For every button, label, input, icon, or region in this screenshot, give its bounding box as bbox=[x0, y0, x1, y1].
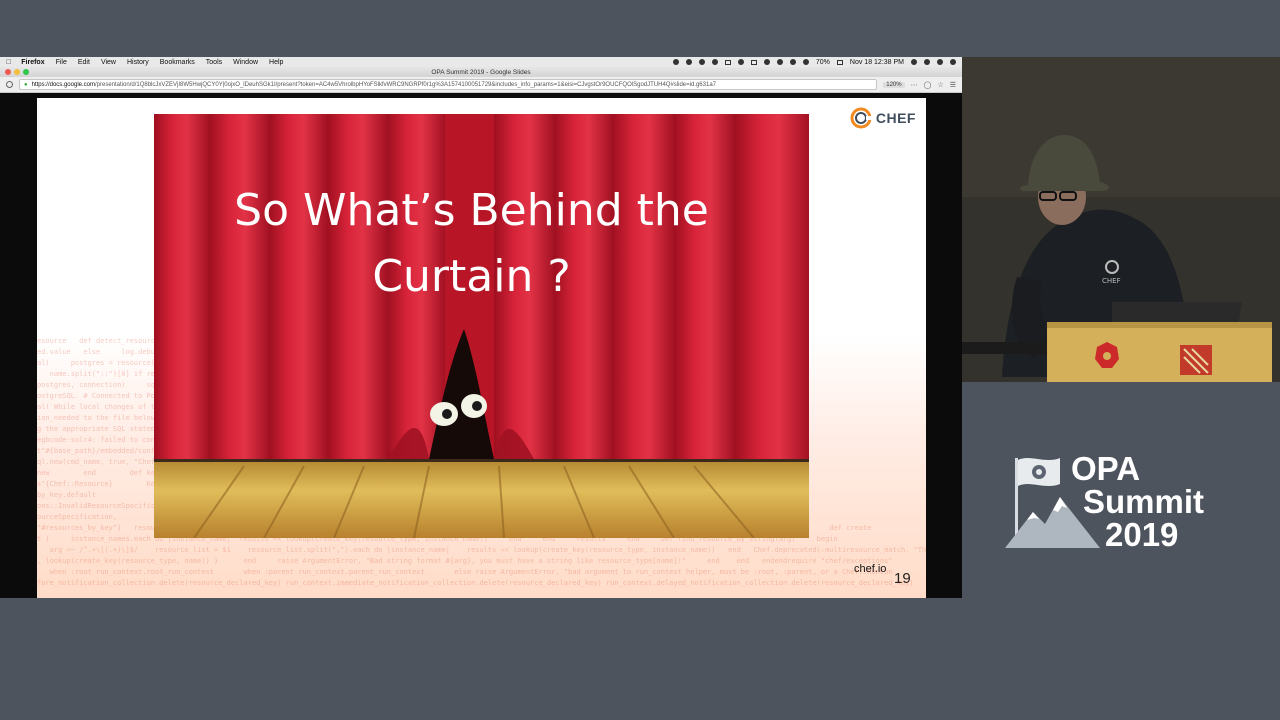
code-line: arg =~ /^.+\[(.+)\]$/ resource_list = $1… bbox=[37, 546, 926, 554]
more-actions-icon[interactable]: ⋯ bbox=[911, 81, 918, 89]
menu-file[interactable]: File bbox=[56, 59, 67, 66]
pocket-icon[interactable]: ◯ bbox=[924, 81, 932, 89]
menu-help[interactable]: Help bbox=[269, 59, 283, 66]
menu-bookmarks[interactable]: Bookmarks bbox=[160, 59, 195, 66]
menubar-tray: 70% Nov 18 12:38 PM bbox=[672, 59, 956, 66]
podium-logo bbox=[1180, 345, 1212, 375]
slide-footer-url: chef.io bbox=[854, 563, 887, 575]
slide-canvas: esource def detect_resource_block find_r… bbox=[37, 98, 926, 598]
chef-logo-text: CHEF bbox=[875, 110, 916, 126]
speaker-video: CHEF bbox=[962, 57, 1280, 382]
menu-tools[interactable]: Tools bbox=[206, 59, 222, 66]
chef-logo-icon bbox=[850, 107, 872, 129]
window-titlebar: OPA Summit 2019 - Google Slides bbox=[0, 67, 962, 77]
zoom-level-button[interactable]: 120% bbox=[883, 81, 905, 88]
menu-edit[interactable]: Edit bbox=[78, 59, 90, 66]
close-window-button[interactable] bbox=[5, 69, 11, 75]
battery-percent[interactable]: 70% bbox=[816, 59, 830, 66]
browser-toolbar: ● https://docs.google.com/presentation/d… bbox=[0, 77, 962, 93]
site-info-icon[interactable] bbox=[6, 81, 13, 88]
url-path: /presentation/d/1Q8blcJxVZEVjI8W5HwjQCY0… bbox=[95, 81, 716, 88]
spotlight-icon[interactable] bbox=[924, 59, 930, 65]
brand-line-opa: OPA bbox=[1071, 450, 1141, 487]
tray-app-icon[interactable] bbox=[685, 59, 692, 65]
battery-icon[interactable] bbox=[836, 59, 843, 65]
fullscreen-window-button[interactable] bbox=[23, 69, 29, 75]
macos-menubar:  Firefox File Edit View History Bookmar… bbox=[0, 57, 962, 67]
opa-summit-text: OPA Summit 2019 bbox=[1071, 452, 1204, 551]
wifi-icon[interactable] bbox=[802, 59, 809, 65]
svg-text:CHEF: CHEF bbox=[1102, 277, 1121, 285]
stage-floor bbox=[154, 459, 809, 538]
presenter-screen:  Firefox File Edit View History Bookmar… bbox=[0, 57, 962, 598]
menu-window[interactable]: Window bbox=[233, 59, 258, 66]
window-title: OPA Summit 2019 - Google Slides bbox=[431, 68, 531, 76]
lock-icon: ● bbox=[24, 81, 28, 88]
speaker-illustration: CHEF bbox=[962, 57, 1280, 382]
slide-page-number: 19 bbox=[894, 570, 911, 587]
opa-summit-logo: OPA Summit 2019 bbox=[1005, 452, 1245, 552]
url-host: https://docs.google.com bbox=[31, 81, 95, 88]
tray-app-icon[interactable] bbox=[776, 59, 783, 65]
slide-title: So What’s Behind the Curtain ? bbox=[234, 185, 709, 302]
siri-icon[interactable] bbox=[937, 59, 943, 65]
url-input[interactable]: ● https://docs.google.com/presentation/d… bbox=[19, 79, 878, 90]
code-line: when :root run_context.root_run_context … bbox=[37, 568, 893, 576]
user-icon[interactable] bbox=[911, 59, 917, 65]
tray-app-icon[interactable] bbox=[672, 59, 679, 65]
podium bbox=[1047, 322, 1272, 382]
chef-logo: CHEF bbox=[850, 107, 916, 129]
tray-app-icon[interactable] bbox=[750, 59, 757, 65]
bluetooth-icon[interactable] bbox=[763, 59, 770, 65]
brand-line-summit: Summit bbox=[1083, 483, 1205, 520]
menu-view[interactable]: View bbox=[101, 59, 116, 66]
code-line: fore_notification_collection.delete(reso… bbox=[37, 579, 914, 587]
window-controls bbox=[5, 69, 29, 75]
menu-history[interactable]: History bbox=[127, 59, 149, 66]
hamburger-menu-icon[interactable]: ☰ bbox=[950, 81, 956, 89]
bookmark-star-icon[interactable]: ☆ bbox=[937, 81, 943, 89]
menu-app-firefox[interactable]: Firefox bbox=[21, 59, 44, 66]
tray-app-icon[interactable] bbox=[698, 59, 705, 65]
tray-app-icon[interactable] bbox=[737, 59, 744, 65]
video-frame:  Firefox File Edit View History Bookmar… bbox=[0, 0, 1280, 720]
minimize-window-button[interactable] bbox=[14, 69, 20, 75]
tray-app-icon[interactable] bbox=[711, 59, 718, 65]
notification-center-icon[interactable] bbox=[950, 59, 956, 65]
menubar-clock[interactable]: Nov 18 12:38 PM bbox=[850, 59, 904, 66]
volume-icon[interactable] bbox=[789, 59, 796, 65]
apple-icon[interactable]:  bbox=[6, 59, 11, 66]
brand-line-year: 2019 bbox=[1105, 516, 1179, 553]
code-line: , lookup(create_key(resource_type, name)… bbox=[37, 557, 893, 565]
tray-app-icon[interactable] bbox=[724, 59, 731, 65]
